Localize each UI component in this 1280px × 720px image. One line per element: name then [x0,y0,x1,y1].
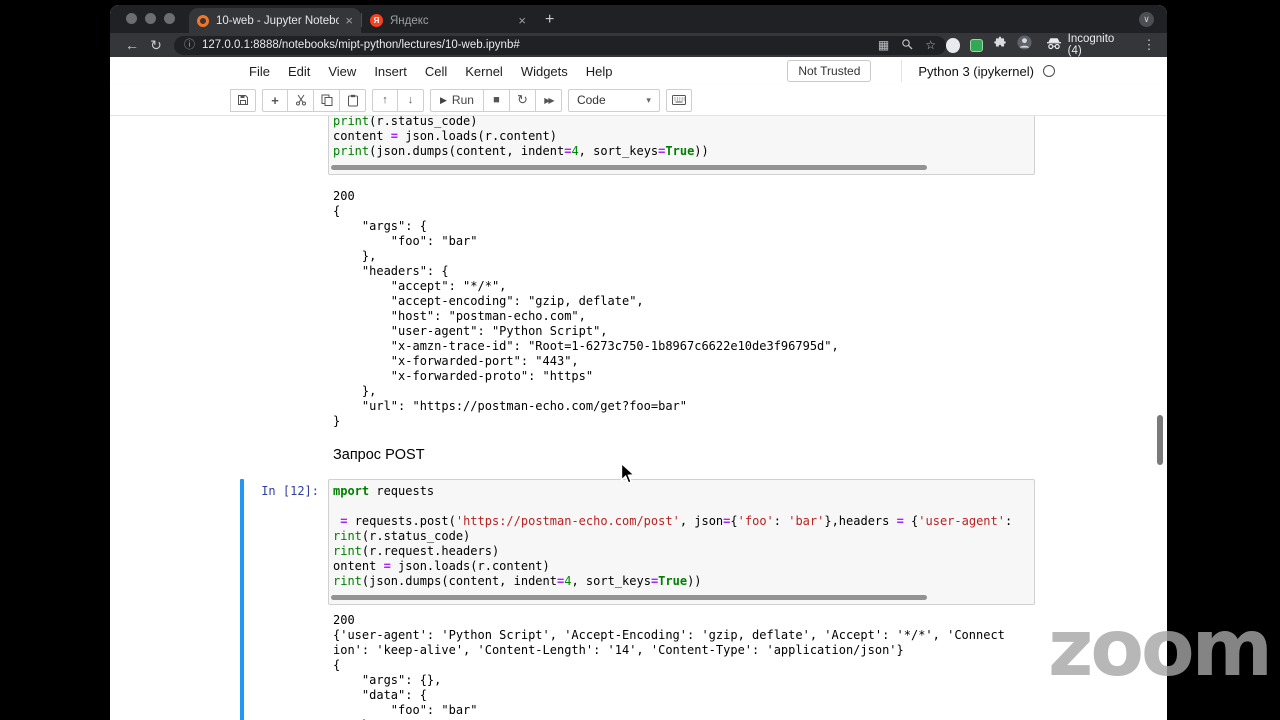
profile-circle-icon[interactable] [946,37,961,53]
fast-forward-icon: ▶▶ [544,95,554,105]
move-cell-up-button[interactable]: ↑ [372,88,398,112]
menu-cell[interactable]: Cell [416,64,456,79]
code-cell-partial: print(r.status_code) content = json.loads… [240,116,1035,175]
notebook-content: print(r.status_code) content = json.loads… [110,116,1167,720]
menu-insert[interactable]: Insert [365,64,416,79]
reload-icon[interactable]: ↻ [144,37,168,54]
run-label: Run [451,93,474,107]
code-lines[interactable]: mport requests = requests.post('https://… [333,484,1030,589]
notebook-menubar: File Edit View Insert Cell Kernel Widget… [110,57,1167,85]
close-tab-icon[interactable]: × [512,14,526,27]
zoom-watermark: zoom [1048,604,1273,694]
code-editor[interactable]: print(r.status_code) content = json.loads… [328,116,1035,175]
tab-title: 10-web - Jupyter Notebook [216,14,340,27]
page-scrollbar[interactable] [1157,415,1163,465]
save-button[interactable] [230,88,256,112]
kernel-name: Python 3 (ipykernel) [918,63,1034,79]
browser-address-bar: ← ↻ ⓘ 127.0.0.1:8888/notebooks/mipt-pyth… [110,33,1167,57]
menu-view[interactable]: View [319,64,365,79]
input-prompt [240,116,328,175]
cell-output-text: 200 { "args": { "foo": "bar" }, "headers… [333,189,839,428]
site-info-icon[interactable]: ⓘ [184,39,195,51]
avatar-icon[interactable] [1017,35,1032,55]
tab-yandex[interactable]: Я Яндекс × [362,8,534,33]
tab-jupyter-notebook[interactable]: 10-web - Jupyter Notebook × [189,8,361,33]
yandex-favicon-icon: Я [370,14,383,27]
browser-menu-icon[interactable]: ⋮ [1141,37,1157,53]
incognito-badge: Incognito (4) [1042,33,1131,57]
kernel-separator [901,60,903,82]
new-tab-button[interactable]: + [534,12,565,33]
cell-output-text: 200 {'user-agent': 'Python Script', 'Acc… [333,613,1005,720]
address-input[interactable]: ⓘ 127.0.0.1:8888/notebooks/mipt-python/l… [174,35,946,55]
markdown-text: Запрос POST [333,447,425,463]
interrupt-kernel-button[interactable]: ■ [483,88,510,112]
extension-green-icon[interactable] [970,38,983,52]
paste-cell-button[interactable] [340,88,366,112]
apps-grid-icon[interactable]: ▦ [878,39,889,51]
cell-hscrollbar[interactable] [331,165,927,170]
browser-tab-strip: 10-web - Jupyter Notebook × Я Яндекс × +… [110,5,1167,33]
not-trusted-button[interactable]: Not Trusted [787,60,872,82]
move-cell-down-button[interactable]: ↓ [398,88,424,112]
code-editor[interactable]: mport requests = requests.post('https://… [328,479,1035,605]
cell-output: 200 { "args": { "foo": "bar" }, "headers… [328,175,1035,429]
cell-hscrollbar[interactable] [331,595,927,600]
cut-cell-button[interactable] [288,88,314,112]
menu-file[interactable]: File [240,64,279,79]
close-window-icon[interactable] [126,13,137,24]
menu-widgets[interactable]: Widgets [512,64,577,79]
zoom-search-icon[interactable] [901,38,913,52]
cell-type-value: Code [576,93,606,107]
command-palette-button[interactable] [665,88,692,112]
minimize-window-icon[interactable] [145,13,156,24]
browser-window: 10-web - Jupyter Notebook × Я Яндекс × +… [110,5,1167,720]
tab-title: Яндекс [390,14,429,27]
input-prompt: In [12]: [261,484,319,498]
restart-kernel-button[interactable]: ↻ [509,88,536,112]
back-icon[interactable]: ← [120,37,144,53]
menu-kernel[interactable]: Kernel [456,64,512,79]
maximize-window-icon[interactable] [164,13,175,24]
url-text: 127.0.0.1:8888/notebooks/mipt-python/lec… [202,39,520,51]
chevron-down-icon: ▾ [646,94,651,105]
menu-edit[interactable]: Edit [279,64,319,79]
markdown-cell[interactable]: Запрос POST [328,429,1035,479]
menu-help[interactable]: Help [577,64,622,79]
mouse-cursor-icon [620,461,638,491]
cell-type-dropdown[interactable]: Code ▾ [567,88,660,112]
play-icon: ▶ [440,94,447,105]
jupyter-favicon-icon [197,14,209,27]
restart-run-all-button[interactable]: ▶▶ [535,88,562,112]
cell-output: 200 {'user-agent': 'Python Script', 'Acc… [328,605,1035,720]
kernel-idle-icon [1043,65,1055,77]
add-cell-button[interactable]: + [262,88,288,112]
selected-code-cell: In [12]: mport requests = requests.post(… [240,479,1035,720]
shared-screen: 10-web - Jupyter Notebook × Я Яндекс × +… [0,0,1280,720]
notebook-toolbar: + ↑ ↓ ▶ Run ■ ↻ ▶▶ Code ▾ [110,85,1167,116]
copy-cell-button[interactable] [314,88,340,112]
bookmark-star-icon[interactable]: ☆ [925,39,936,51]
run-button[interactable]: ▶ Run [430,88,484,112]
tab-search-icon[interactable]: ∨ [1139,12,1154,27]
close-tab-icon[interactable]: × [339,14,353,27]
address-bar-right-icons: Incognito (4) ⋮ [946,33,1157,57]
incognito-icon [1046,37,1062,53]
window-controls [110,13,189,33]
code-cell: In [12]: mport requests = requests.post(… [240,479,1035,605]
code-lines[interactable]: print(r.status_code) content = json.loads… [333,116,1030,159]
extensions-puzzle-icon[interactable] [993,36,1007,55]
incognito-label: Incognito (4) [1067,33,1115,57]
